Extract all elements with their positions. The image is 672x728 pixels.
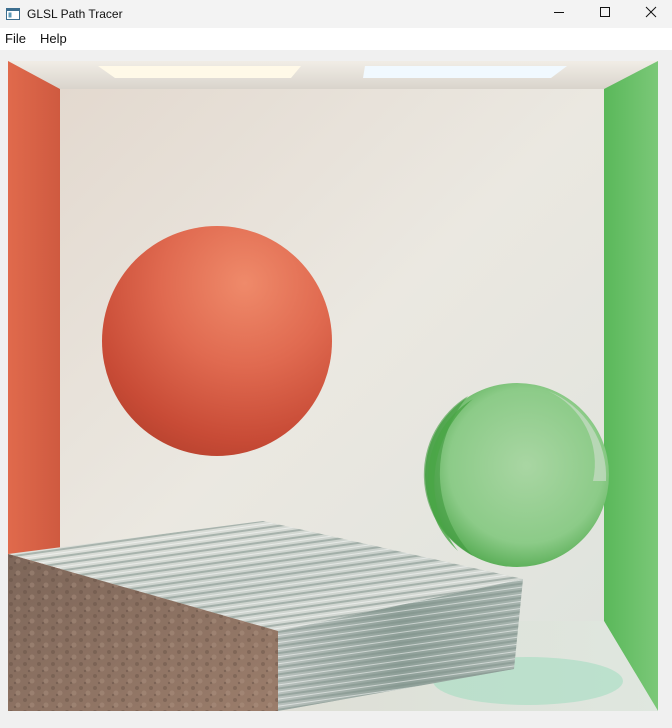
rendered-scene [8, 61, 658, 711]
title-bar[interactable]: GLSL Path Tracer [0, 0, 672, 28]
maximize-icon [599, 5, 611, 23]
glass-sphere [423, 383, 609, 567]
green-wall [604, 61, 658, 711]
ceiling-light-right [363, 66, 567, 78]
ceiling-light-left [98, 66, 301, 78]
app-window-icon [6, 7, 20, 20]
close-button[interactable] [628, 0, 672, 28]
window-bottom-bar [0, 711, 672, 728]
render-viewport[interactable] [8, 61, 658, 711]
minimize-icon [553, 5, 565, 23]
app-window: GLSL Path Tracer File Help [0, 0, 672, 728]
ceiling [8, 61, 658, 89]
maximize-button[interactable] [582, 0, 628, 28]
red-sphere [102, 226, 332, 456]
menu-file[interactable]: File [3, 31, 28, 47]
close-icon [645, 5, 657, 23]
window-title: GLSL Path Tracer [27, 7, 123, 21]
minimize-button[interactable] [536, 0, 582, 28]
menu-bar: File Help [0, 28, 672, 50]
menu-help[interactable]: Help [38, 31, 69, 47]
